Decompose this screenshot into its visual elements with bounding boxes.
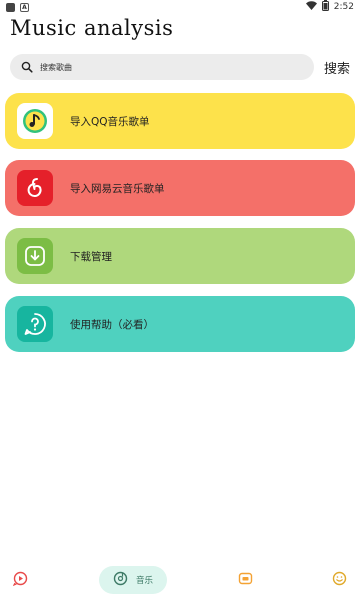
nav-music-label: 音乐 bbox=[135, 576, 153, 586]
search-bar[interactable] bbox=[10, 54, 314, 80]
download-manager-card[interactable]: 下载管理 bbox=[5, 228, 355, 284]
wifi-icon bbox=[305, 1, 317, 13]
nav-me[interactable] bbox=[331, 571, 347, 590]
smile-icon bbox=[332, 571, 347, 590]
video-icon bbox=[12, 571, 28, 590]
help-icon bbox=[17, 306, 53, 342]
card-label: 导入网易云音乐歌单 bbox=[70, 182, 165, 195]
status-right: 2:52 bbox=[305, 0, 354, 14]
status-left: A bbox=[6, 2, 29, 12]
nav-video[interactable] bbox=[12, 571, 28, 590]
help-card[interactable]: 使用帮助（必看） bbox=[5, 296, 355, 352]
nav-music[interactable]: 音乐 bbox=[99, 566, 167, 594]
import-netease-playlist-card[interactable]: 导入网易云音乐歌单 bbox=[5, 160, 355, 216]
search-icon bbox=[20, 60, 34, 74]
qq-music-icon bbox=[17, 103, 53, 139]
card-label: 下载管理 bbox=[70, 250, 112, 263]
card-label: 使用帮助（必看） bbox=[70, 318, 154, 331]
search-input[interactable] bbox=[40, 62, 300, 72]
music-disc-icon bbox=[113, 571, 128, 590]
nav-box[interactable] bbox=[237, 572, 253, 588]
box-icon bbox=[238, 571, 253, 590]
status-bar: A 2:52 bbox=[0, 0, 360, 14]
battery-icon bbox=[321, 0, 329, 14]
download-icon bbox=[17, 238, 53, 274]
a-icon: A bbox=[20, 2, 29, 12]
search-button[interactable]: 搜索 bbox=[324, 58, 350, 77]
netease-music-icon bbox=[17, 170, 53, 206]
card-label: 导入QQ音乐歌单 bbox=[70, 115, 150, 128]
app-screen: A 2:52 Music analysis 搜索歌曲 搜索 导入QQ音乐歌单 导… bbox=[0, 0, 360, 600]
bottom-nav: 音乐 bbox=[0, 562, 360, 600]
square-icon bbox=[6, 2, 15, 12]
status-time: 2:52 bbox=[333, 2, 354, 12]
app-title: Music analysis bbox=[10, 16, 174, 40]
import-qq-playlist-card[interactable]: 导入QQ音乐歌单 bbox=[5, 93, 355, 149]
